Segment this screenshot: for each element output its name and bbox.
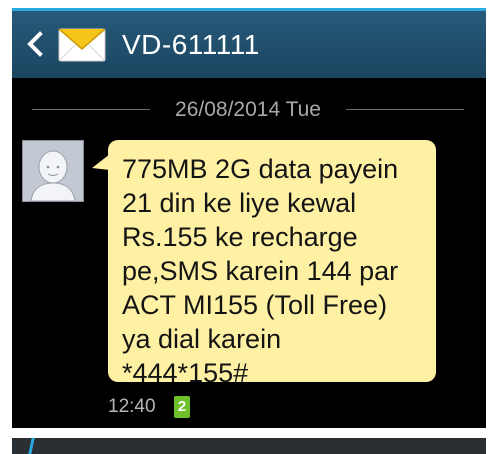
message-text: 775MB 2G data payein 21 din ke liye kewa…	[122, 154, 399, 388]
chevron-left-icon	[27, 31, 43, 57]
message-time: 12:40	[108, 396, 156, 417]
right-border	[486, 0, 492, 454]
contact-name[interactable]: VD-611111	[122, 29, 260, 61]
conversation-header: VD-611111	[12, 11, 486, 78]
top-border	[12, 0, 486, 8]
left-border	[0, 0, 12, 454]
composer-accent	[28, 438, 35, 454]
date-divider-right	[346, 109, 464, 110]
contact-avatar[interactable]	[22, 140, 84, 202]
date-separator: 26/08/2014 Tue	[32, 96, 464, 122]
composer-bar[interactable]	[12, 438, 486, 454]
back-button[interactable]	[26, 31, 44, 57]
message-bubble[interactable]: 775MB 2G data payein 21 din ke liye kewa…	[108, 140, 436, 388]
screen: VD-611111 26/08/2014 Tue 775MB 2G data p…	[0, 0, 492, 454]
date-divider-left	[32, 109, 150, 110]
composer-divider	[12, 428, 486, 438]
date-label: 26/08/2014 Tue	[175, 98, 321, 121]
person-icon	[23, 141, 83, 202]
sim-badge: 2	[174, 396, 190, 418]
envelope-icon	[58, 27, 106, 63]
message-list[interactable]: 26/08/2014 Tue 775MB 2G data payein 21 d…	[12, 78, 486, 428]
